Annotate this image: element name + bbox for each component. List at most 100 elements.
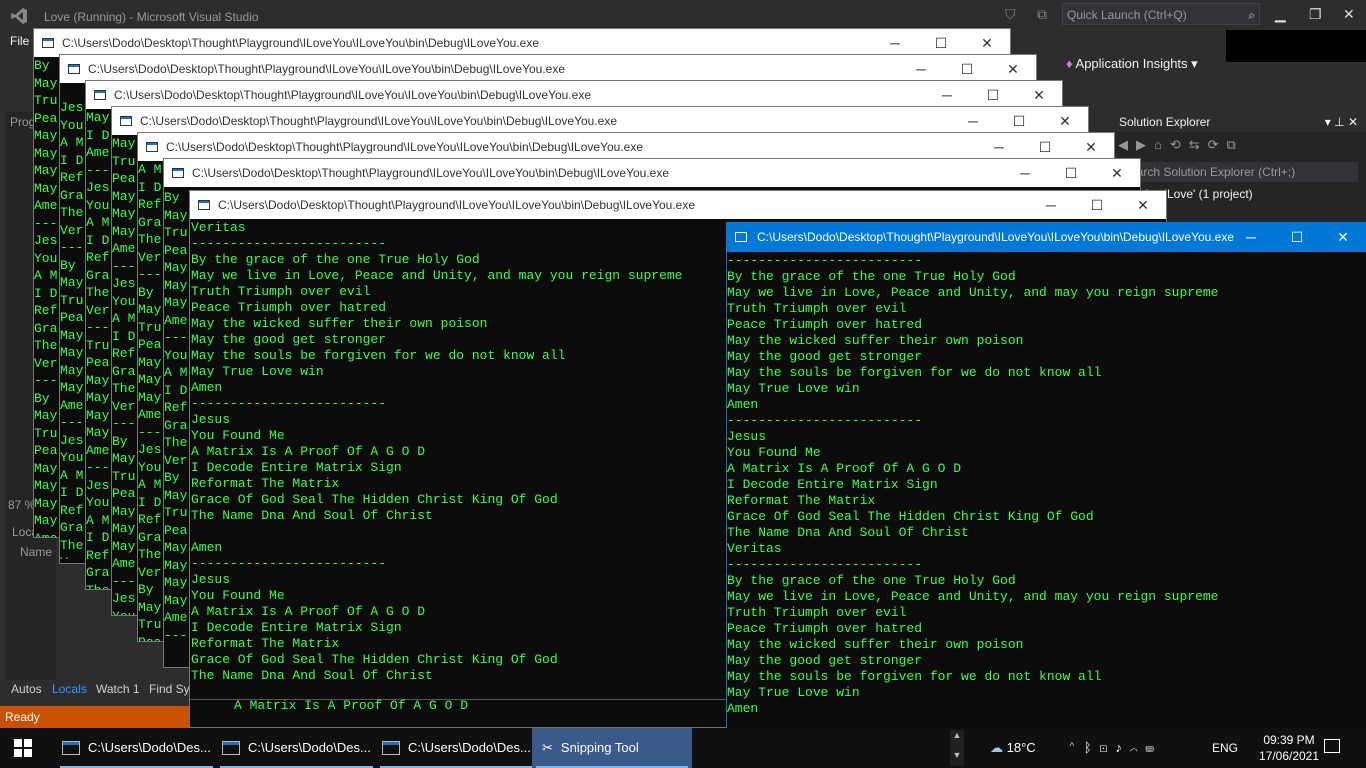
minimize-icon[interactable]: ─ <box>898 55 944 83</box>
chevron-up-icon[interactable]: ⌃ <box>1068 740 1084 755</box>
console-output: By May Tru Pea May May May May Ame --- J… <box>34 58 58 537</box>
quick-launch-input[interactable]: Quick Launch (Ctrl+Q) ⌕ <box>1062 3 1260 25</box>
console-app-icon <box>172 168 184 178</box>
tab-autos[interactable]: Autos <box>11 682 42 696</box>
minimize-icon[interactable]: ─ <box>1002 159 1048 187</box>
solution-explorer-toolbar[interactable]: ◀▶⌂⟲⇆⟳⧉ <box>1118 137 1244 153</box>
window-controls[interactable]: ─ ☐ ✕ <box>872 29 1010 57</box>
console-output: May I D Ame --- Jes You A M I D Ref Gra … <box>86 110 110 589</box>
taskbar-item-label: C:\Users\Dodo\Des... <box>408 740 531 755</box>
minimize-icon[interactable]: ─ <box>1028 191 1074 219</box>
app-insights-label: Application Insights <box>1075 56 1188 71</box>
solution-explorer-search-placeholder: Search Solution Explorer (Ctrl+;) <box>1122 165 1296 179</box>
console-title-bar[interactable]: C:\Users\Dodo\Desktop\Thought\Playground… <box>190 191 1166 219</box>
window-controls[interactable]: ─ ☐ ✕ <box>1002 159 1140 187</box>
clock[interactable]: 09:39 PM 17/06/2021 <box>1254 732 1324 764</box>
taskbar-item-console-1[interactable]: C:\Users\Dodo\Des... <box>56 728 217 768</box>
console-title: C:\Users\Dodo\Desktop\Thought\Playground… <box>757 230 1234 244</box>
weather-temp: 18°C <box>1006 740 1036 755</box>
scissors-icon: ✂ <box>542 740 553 755</box>
console-title: C:\Users\Dodo\Desktop\Thought\Playground… <box>218 198 695 212</box>
notification-center-icon[interactable] <box>1324 739 1340 753</box>
console-title-bar[interactable]: C:\Users\Dodo\Desktop\Thought\Playground… <box>86 81 1062 109</box>
close-icon[interactable]: ✕ <box>964 29 1010 57</box>
console-app-icon <box>42 38 54 48</box>
solution-explorer-title: Solution Explorer ▾ ⊥ ✕ <box>1110 112 1366 132</box>
maximize-icon[interactable]: ☐ <box>1022 133 1068 161</box>
redacted-block <box>1226 30 1366 62</box>
taskbar-item-label: C:\Users\Dodo\Des... <box>248 740 371 755</box>
zoom-label[interactable]: 87 % <box>8 498 35 512</box>
close-icon[interactable]: ✕ <box>990 55 1036 83</box>
maximize-icon[interactable]: ☐ <box>1074 191 1120 219</box>
vs-close-button[interactable]: ✕ <box>1343 6 1355 23</box>
network-icon[interactable]: ⌒ <box>1130 740 1146 755</box>
usb-icon[interactable]: ⊡ <box>1100 740 1116 755</box>
maximize-icon[interactable]: ☐ <box>1274 222 1320 252</box>
console-title: C:\Users\Dodo\Desktop\Thought\Playground… <box>114 88 591 102</box>
tab-find-symbol[interactable]: Find Sy <box>149 682 190 696</box>
weather-widget[interactable]: ☁ 18°C <box>990 728 1036 768</box>
console-app-icon <box>120 116 132 126</box>
close-icon[interactable]: ✕ <box>1094 159 1140 187</box>
window-controls[interactable]: ─ ☐ ✕ <box>950 107 1088 135</box>
console-title: C:\Users\Dodo\Desktop\Thought\Playground… <box>192 166 669 180</box>
window-controls[interactable]: ─ ☐ ✕ <box>924 81 1062 109</box>
window-controls[interactable]: ─ ☐ ✕ <box>898 55 1036 83</box>
window-controls[interactable]: ─ ☐ ✕ <box>976 133 1114 161</box>
console-app-icon <box>62 740 80 755</box>
quick-launch-placeholder: Quick Launch (Ctrl+Q) <box>1067 8 1187 22</box>
close-icon[interactable]: ✕ <box>1120 191 1166 219</box>
close-icon[interactable]: ✕ <box>1016 81 1062 109</box>
minimize-icon[interactable]: ─ <box>976 133 1022 161</box>
maximize-icon[interactable]: ☐ <box>944 55 990 83</box>
console-title-bar[interactable]: C:\Users\Dodo\Desktop\Thought\Playground… <box>34 29 1010 57</box>
filter-icon[interactable]: ⛉ <box>1005 6 1016 23</box>
console-window-active[interactable]: C:\Users\Dodo\Desktop\Thought\Playground… <box>726 222 1366 728</box>
close-icon[interactable]: ✕ <box>1068 133 1114 161</box>
console-title-bar[interactable]: C:\Users\Dodo\Desktop\Thought\Playground… <box>138 133 1114 161</box>
system-tray-icons[interactable]: ⌃ᛒ⊡♪⌒⌨ <box>1068 728 1162 768</box>
window-controls[interactable]: ─ ☐ ✕ <box>1228 222 1366 250</box>
maximize-icon[interactable]: ☐ <box>996 107 1042 135</box>
taskbar-item-console-2[interactable]: C:\Users\Dodo\Des... <box>216 728 377 768</box>
tab-locals[interactable]: Locals <box>52 682 87 696</box>
close-icon[interactable]: ✕ <box>1042 107 1088 135</box>
taskbar-item-snipping-tool[interactable]: ✂ Snipping Tool <box>532 728 692 768</box>
tray-scroll-control[interactable]: ▲ ▼ <box>950 730 964 766</box>
console-title-bar[interactable]: C:\Users\Dodo\Desktop\Thought\Playground… <box>112 107 1088 135</box>
application-insights-button[interactable]: ♦ Application Insights ▾ <box>1066 56 1198 72</box>
maximize-icon[interactable]: ☐ <box>970 81 1016 109</box>
minimize-icon[interactable]: ─ <box>872 29 918 57</box>
maximize-icon[interactable]: ☐ <box>918 29 964 57</box>
console-title-bar[interactable]: C:\Users\Dodo\Desktop\Thought\Playground… <box>60 55 1036 83</box>
visual-studio-logo-icon <box>11 8 27 24</box>
windows-start-icon[interactable] <box>14 739 32 757</box>
vs-restore-button[interactable]: ❐ <box>1309 6 1322 23</box>
language-indicator[interactable]: ENG <box>1212 728 1238 768</box>
tab-watch-1[interactable]: Watch 1 <box>96 682 140 696</box>
notifications-icon[interactable]: ⧉ <box>1037 6 1047 23</box>
maximize-icon[interactable]: ☐ <box>1048 159 1094 187</box>
bluetooth-icon[interactable]: ᛒ <box>1084 740 1100 755</box>
keyboard-icon[interactable]: ⌨ <box>1146 740 1162 755</box>
console-output: Jes You A M I D Ref Gra The Ver --- By M… <box>60 100 84 559</box>
minimize-icon[interactable]: ─ <box>950 107 996 135</box>
taskbar-item-console-3[interactable]: C:\Users\Dodo\Des... <box>376 728 537 768</box>
volume-icon[interactable]: ♪ <box>1115 740 1130 755</box>
console-app-icon <box>735 232 747 242</box>
minimize-icon[interactable]: ─ <box>1228 222 1274 252</box>
console-title-bar-active[interactable]: C:\Users\Dodo\Desktop\Thought\Playground… <box>727 222 1366 252</box>
left-label: Prog <box>10 115 36 129</box>
window-controls[interactable]: ─ ☐ ✕ <box>1028 191 1166 219</box>
vs-minimize-button[interactable]: ▁ <box>1275 6 1286 23</box>
taskbar: C:\Users\Dodo\Des... C:\Users\Dodo\Des..… <box>0 728 1366 768</box>
solution-explorer-search-input[interactable]: Search Solution Explorer (Ctrl+;) <box>1118 162 1358 182</box>
console-output: May Tru Pea May May May Ame --- Jes You … <box>112 136 136 615</box>
close-icon[interactable]: ✕ <box>1320 222 1366 252</box>
panel-close-icon[interactable]: ▾ ⊥ ✕ <box>1325 112 1358 132</box>
console-title-bar[interactable]: C:\Users\Dodo\Desktop\Thought\Playground… <box>164 159 1140 187</box>
console-app-icon <box>198 200 210 210</box>
menu-file[interactable]: File <box>10 34 29 48</box>
minimize-icon[interactable]: ─ <box>924 81 970 109</box>
